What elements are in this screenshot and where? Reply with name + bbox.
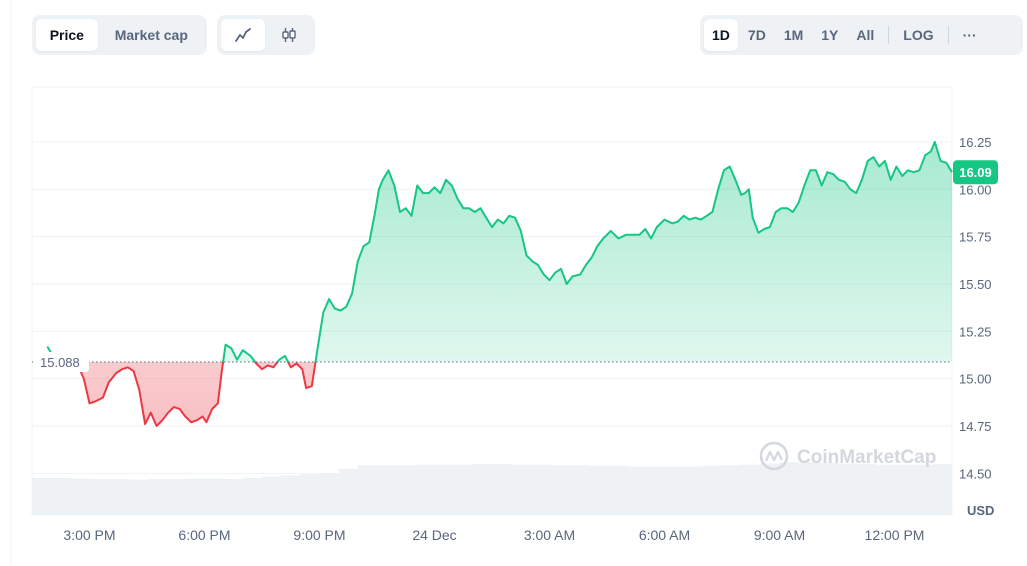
y-tick-label: 14.50 xyxy=(959,466,992,481)
volume-bar xyxy=(108,479,129,515)
y-tick-label: 15.50 xyxy=(959,277,992,292)
y-tick-label: 15.75 xyxy=(959,230,992,245)
volume-bar xyxy=(185,478,206,515)
volume-bar xyxy=(664,466,685,515)
volume-bar xyxy=(377,465,397,515)
volume-bar xyxy=(147,479,167,515)
volume-bar xyxy=(549,465,570,515)
volume-bar xyxy=(262,476,282,515)
baseline-label: 15.088 xyxy=(40,355,80,370)
volume-bar xyxy=(319,473,340,515)
x-tick-label: 12:00 PM xyxy=(865,527,925,543)
y-axis-unit: USD xyxy=(967,503,994,518)
volume-bar xyxy=(357,465,378,515)
y-tick-label: 15.00 xyxy=(959,372,992,387)
volume-bar xyxy=(741,464,761,515)
price-chart[interactable]: CoinMarketCap 15.088 16.25 16.00 15.75 15.5… xyxy=(0,0,1027,566)
y-tick-label: 14.75 xyxy=(959,419,992,434)
volume-bar xyxy=(683,466,704,515)
volume-bar xyxy=(204,478,225,515)
volume-bar xyxy=(32,477,52,515)
volume-bar xyxy=(875,464,896,515)
volume-bar xyxy=(587,465,608,515)
volume-bar xyxy=(223,479,244,515)
x-tick-label: 6:00 PM xyxy=(178,527,230,543)
y-tick-label: 16.25 xyxy=(959,135,992,150)
volume-bar xyxy=(472,464,493,515)
volume-bar xyxy=(645,466,666,515)
volume-bar xyxy=(492,464,512,515)
volume-bar xyxy=(51,477,71,515)
volume-bar xyxy=(607,465,627,515)
volume-bar xyxy=(453,464,474,515)
current-price-label: 16.09 xyxy=(959,165,992,180)
volume-bar xyxy=(568,465,589,515)
x-tick-label: 3:00 PM xyxy=(63,527,115,543)
volume-bar xyxy=(702,465,723,515)
volume-bar xyxy=(70,478,91,515)
volume-bar xyxy=(281,475,301,515)
volume-bar xyxy=(166,479,186,515)
volume-bar xyxy=(530,464,551,515)
volume-bar xyxy=(511,464,531,515)
volume-bar xyxy=(817,462,838,515)
volume-bar xyxy=(626,466,646,515)
volume-bar xyxy=(760,463,781,515)
volume-bar xyxy=(798,462,819,515)
volume-bar xyxy=(913,464,934,515)
watermark-text: CoinMarketCap xyxy=(797,447,936,468)
volume-bar xyxy=(779,462,800,515)
volume-bars xyxy=(32,462,953,515)
y-tick-label: 15.25 xyxy=(959,324,992,339)
volume-bar xyxy=(300,474,321,515)
volume-bar xyxy=(338,468,359,515)
y-tick-label: 16.00 xyxy=(959,182,992,197)
x-tick-label: 24 Dec xyxy=(412,527,456,543)
x-tick-label: 6:00 AM xyxy=(639,527,690,543)
volume-bar xyxy=(856,464,876,515)
volume-bar xyxy=(434,464,455,515)
volume-bar xyxy=(894,464,915,515)
volume-bar xyxy=(127,479,148,515)
volume-bar xyxy=(932,464,953,515)
volume-bar xyxy=(396,465,416,515)
volume-bar xyxy=(89,479,110,515)
y-axis: 16.25 16.00 15.75 15.50 15.25 15.00 14.75 14.50… xyxy=(959,135,994,518)
x-tick-label: 9:00 AM xyxy=(754,527,805,543)
x-axis: 3:00 PM 6:00 PM 9:00 PM 24 Dec 3:00 AM 6:00 A… xyxy=(63,527,924,543)
current-price-marker: 16.09 xyxy=(953,160,998,185)
x-tick-label: 3:00 AM xyxy=(524,527,575,543)
volume-bar xyxy=(242,477,263,515)
volume-bar xyxy=(837,463,857,515)
x-tick-label: 9:00 PM xyxy=(293,527,345,543)
volume-bar xyxy=(722,465,742,515)
volume-bar xyxy=(415,464,436,515)
